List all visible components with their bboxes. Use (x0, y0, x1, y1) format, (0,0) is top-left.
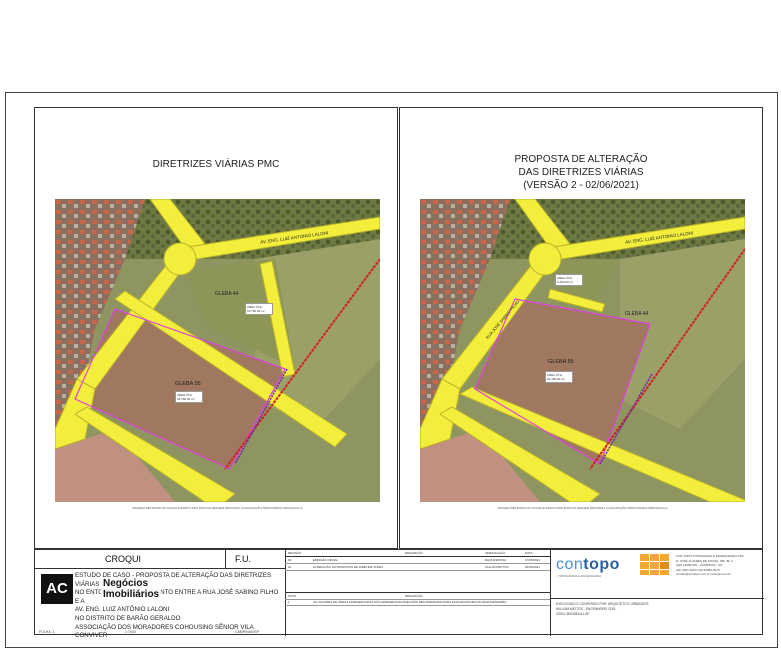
area-bottom-box: ÁREA ÚTIL 32.460,00 m² (545, 371, 573, 383)
table-row: 00 EMISSÃO INICIAL RAQUIN/ROSA 17/05/202… (285, 557, 550, 564)
gleba-top-label: GLEBA 44 (215, 291, 239, 297)
panel-title: PROPOSTA DE ALTERAÇÃO DAS DIRETRIZES VIÁ… (400, 153, 762, 192)
header-cell: DESCRIÇÃO (405, 551, 423, 555)
area-bottom-box: ÁREA ÚTIL 32.160,00 m² (175, 391, 203, 403)
title-line-2: DAS DIRETRIZES VIÁRIAS (518, 167, 644, 178)
logo-name-line: Imobiliários (103, 589, 160, 600)
municipality: CAMPINAS/SP (235, 630, 259, 634)
responsible-info: EXECUTADO E CONFERIDO POR: ARQUITETO E U… (556, 602, 756, 617)
panel-title: DIRETRIZES VIÁRIAS PMC (152, 159, 280, 170)
area-top-box: ÁREA ÚTIL 10.760,00 m² (245, 303, 273, 315)
croqui-footer: FOLHA: 1 1:7500 CAMPINAS/SP (35, 628, 285, 636)
header-cell: VERIFICAÇÃO (485, 551, 506, 555)
title-block: CROQUI F.U. ESTUDO DE CASO - PROPOSTA DE… (34, 549, 764, 639)
divider (550, 598, 764, 599)
cell: 00 (288, 558, 292, 562)
cell: 02/06/2021 (525, 565, 541, 569)
croqui-label: CROQUI (105, 554, 141, 564)
gleba-top-label: GLEBA 44 (625, 311, 649, 317)
cell: ALTERAÇÃO NA PROPOSTA DE DIRETRIZ VIÁRIA (313, 565, 384, 569)
croqui-section: CROQUI F.U. ESTUDO DE CASO - PROPOSTA DE… (35, 550, 286, 639)
map-svg (420, 199, 745, 502)
croqui-header-row: CROQUI F.U. (35, 550, 285, 569)
brand-grid-icon (640, 554, 670, 576)
revision-header: REVISÃO DESCRIÇÃO VERIFICAÇÃO DATA (285, 550, 550, 557)
aerial-map-current: AV. ENG. LUIZ ANTONIO LALONI GLEBA 44 ÁR… (55, 199, 380, 502)
gleba-bottom-label: GLEBA 55 (548, 359, 574, 365)
sheet-number: FOLHA: 1 (39, 630, 55, 634)
company-address: CON TOPO TOPOGRAFIA E ENGENHARIA LTDA R.… (676, 554, 762, 577)
cell: EMISSÃO INICIAL (313, 558, 339, 562)
table-row: 1 OS VALORES DE ÁREAS APRESENTADOS NÃO A… (285, 599, 550, 606)
aerial-map-proposed: AV. ENG. LUIZ ANTONIO LALONI RUA JOSÉ SA… (420, 199, 745, 502)
scale: 1:7500 (125, 630, 136, 634)
header-cell: REVISÃO (288, 551, 302, 555)
divider (225, 550, 226, 568)
cell: 01 (288, 565, 292, 569)
info-line: CREA: 5063284411-SP (556, 612, 590, 616)
cell: RAQUIN/ROSA (485, 558, 507, 562)
brand-part: topo (583, 556, 620, 573)
study-line: AV. ENG. LUIZ ANTÔNIO LALONI (75, 606, 170, 614)
title-line-3: (VERSÃO 2 - 02/06/2021) (523, 180, 639, 191)
panel-proposed-guidelines: PROPOSTA DE ALTERAÇÃO DAS DIRETRIZES VIÁ… (399, 107, 763, 549)
brand-tagline: TOPOGRAFIA E ENGENHARIA (558, 574, 601, 578)
fu-label: F.U. (235, 554, 252, 564)
gleba-bottom-label: GLEBA 55 (175, 381, 201, 387)
table-row: 01 ALTERAÇÃO NA PROPOSTA DE DIRETRIZ VIÁ… (285, 564, 550, 571)
cell: VALLIM MATTOS (485, 565, 509, 569)
revision-table: REVISÃO DESCRIÇÃO VERIFICAÇÃO DATA 00 EM… (285, 550, 551, 636)
address-line: contato@contopo.com.br contopo.com.br (676, 572, 732, 576)
map-caption: IMAGEM RETIRADA DO GOOGLE EARTH PRO DATA… (132, 506, 303, 510)
header-cell: DESCRIÇÃO (405, 594, 423, 598)
cell: 17/05/2021 (525, 558, 541, 562)
ac-logo-mark: AC (41, 574, 73, 604)
contopo-logo: contopo (556, 556, 620, 574)
title-line-1: PROPOSTA DE ALTERAÇÃO (514, 154, 648, 165)
study-line: NO DISTRITO DE BARÃO GERALDO (75, 614, 181, 622)
header-cell: NOTA (288, 594, 297, 598)
logo-name-line: Negócios (103, 578, 149, 589)
ac-logo-text: Negócios Imobiliários (101, 578, 162, 600)
area-top-box: ÁREA ÚTIL 4.460,00 m² (555, 274, 583, 286)
cell: 1 (288, 600, 290, 604)
drawing-sheet: DIRETRIZES VIÁRIAS PMC AV. ENG. LUIZ ANT… (5, 92, 778, 648)
cell: OS VALORES DE ÁREAS APRESENTADOS NÃO APR… (313, 600, 507, 604)
map-svg (55, 199, 380, 502)
panel-current-guidelines: DIRETRIZES VIÁRIAS PMC AV. ENG. LUIZ ANT… (34, 107, 398, 549)
map-caption: IMAGEM RETIRADA DO GOOGLE EARTH PRO DATA… (497, 506, 668, 510)
header-cell: DATA (525, 551, 533, 555)
brand-part: con (556, 556, 584, 573)
company-block: contopo TOPOGRAFIA E ENGENHARIA CON TOPO… (550, 550, 764, 636)
